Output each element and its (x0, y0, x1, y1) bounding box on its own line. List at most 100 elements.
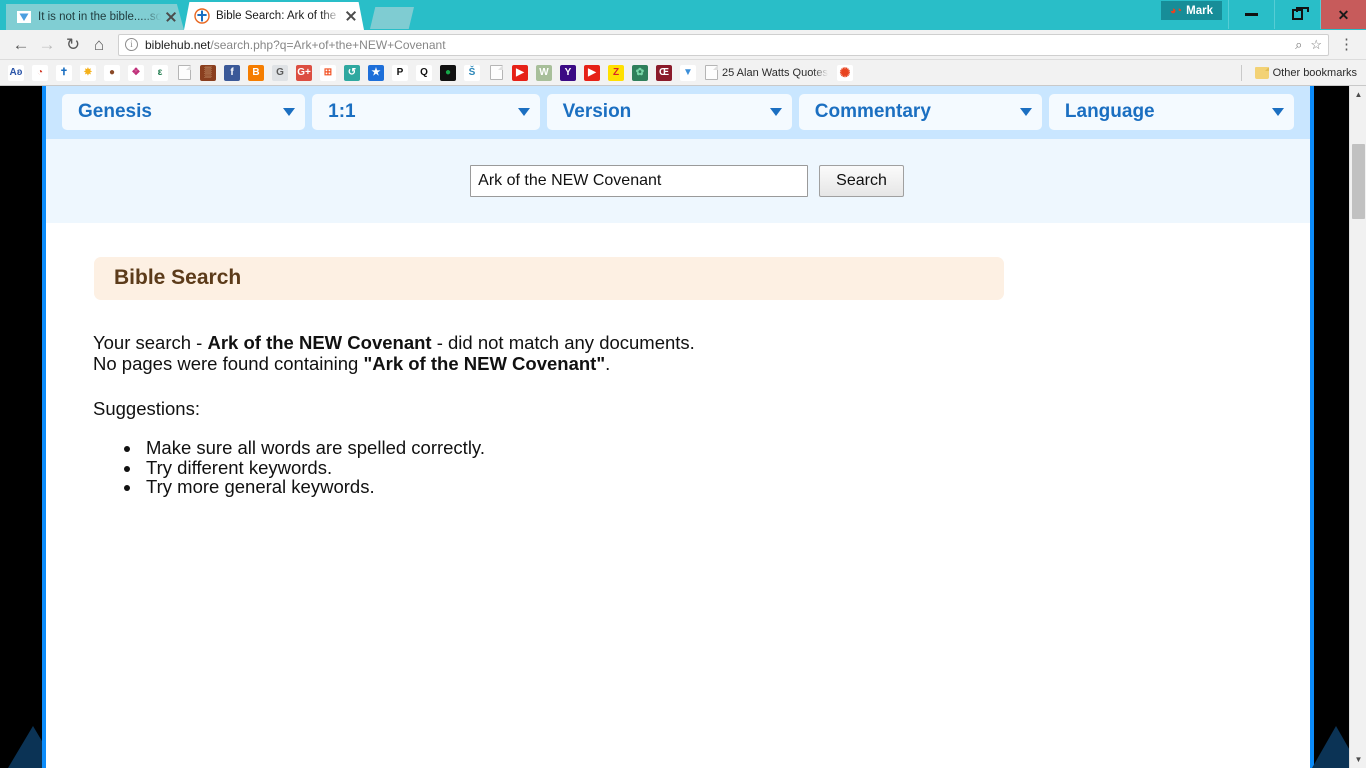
commentary-select[interactable]: Commentary (798, 94, 1042, 130)
title-bar: It is not in the bible.....sol Bible Sea… (0, 0, 1366, 30)
address-bar[interactable]: i biblehub.net /search.php?q=Ark+of+the+… (118, 33, 1329, 56)
browser-window: It is not in the bible.....sol Bible Sea… (0, 0, 1366, 768)
bookmark-grey-g[interactable]: G (272, 64, 288, 81)
bookmark-rainbow[interactable]: ◔ (32, 64, 48, 81)
right-letterbox (1312, 86, 1360, 768)
bookmark-google-plus[interactable]: G+ (296, 64, 312, 81)
new-tab-button[interactable] (370, 7, 414, 29)
scrollbar-thumb[interactable] (1352, 144, 1365, 219)
bookmark-alan-watts[interactable]: 25 Alan Watts Quotes (705, 65, 828, 80)
bookmark-youtube-2[interactable]: ▶ (584, 64, 600, 81)
bookmark-facebook[interactable]: f (224, 64, 240, 81)
reload-icon[interactable]: ↻ (60, 32, 86, 58)
three-dot-menu-icon[interactable]: ⋮ (1335, 37, 1358, 52)
language-select[interactable]: Language (1048, 94, 1294, 130)
bookmark-oe[interactable]: Œ (656, 64, 672, 81)
verse-select-label: 1:1 (328, 101, 356, 122)
bookmark-orange-circle[interactable]: ✺ (836, 64, 853, 81)
scroll-down-arrow-icon[interactable]: ▼ (1350, 751, 1366, 768)
no-results-message: Your search - Ark of the NEW Covenant - … (93, 332, 1310, 375)
chevron-down-icon (517, 108, 530, 116)
chevron-down-icon (769, 108, 782, 116)
version-select-label: Version (562, 101, 632, 122)
other-bookmarks-folder[interactable]: Other bookmarks (1254, 66, 1357, 79)
line2-suffix: . (605, 352, 611, 374)
close-icon[interactable] (164, 10, 178, 24)
bookmark-sb[interactable]: Š (464, 64, 480, 81)
list-item: Try different keywords. (142, 457, 1310, 477)
vertical-scrollbar[interactable]: ▲ ▼ (1349, 86, 1366, 768)
tab-strip: It is not in the bible.....sol Bible Sea… (0, 0, 414, 30)
bookmark-brown-oval[interactable]: ● (104, 64, 120, 81)
bookmark-label: 25 Alan Watts Quotes (722, 66, 828, 79)
bookmark-youtube-1[interactable]: ▶ (512, 64, 528, 81)
page-viewport: Genesis 1:1 Version Commentary Language (0, 86, 1366, 768)
close-icon[interactable] (344, 9, 358, 23)
close-window-button[interactable]: ✕ (1320, 0, 1366, 29)
other-bookmarks-label: Other bookmarks (1272, 66, 1357, 79)
chevron-down-icon (283, 108, 296, 116)
version-select[interactable]: Version (546, 94, 792, 130)
search-input[interactable] (470, 165, 809, 197)
navigation-toolbar: ← → ↻ ⌂ i biblehub.net /search.php?q=Ark… (0, 30, 1366, 60)
line2-prefix: No pages were found containing (93, 352, 364, 374)
minimize-button[interactable] (1228, 0, 1274, 29)
profile-button[interactable]: ◕◔ Mark (1160, 1, 1222, 20)
close-icon: ✕ (1337, 6, 1350, 23)
bookmark-page-1[interactable] (176, 65, 192, 81)
commentary-select-label: Commentary (814, 101, 931, 122)
minimize-icon (1245, 13, 1258, 16)
bookmark-blue-triangle[interactable]: ▼ (680, 64, 696, 81)
bookmark-green-dot[interactable]: ● (440, 64, 456, 81)
omnibox-actions: ⌕ ☆ (1295, 37, 1322, 53)
search-button[interactable]: Search (819, 165, 904, 197)
url-path: /search.php?q=Ark+of+the+NEW+Covenant (210, 37, 446, 52)
chevron-down-icon (1019, 108, 1032, 116)
bookmark-teal-swirl[interactable]: ↺ (344, 64, 360, 81)
bookmark-ak[interactable]: Aʚ (8, 64, 24, 81)
web-page: Genesis 1:1 Version Commentary Language (42, 86, 1314, 768)
tab-title: Bible Search: Ark of the N (216, 10, 341, 22)
window-controls: ◕◔ Mark ✕ (1160, 0, 1366, 30)
bookmark-q[interactable]: Q (416, 64, 432, 81)
line1-suffix: - did not match any documents. (431, 332, 695, 353)
bookmark-scroll[interactable]: ❖ (128, 64, 144, 81)
bookmark-starburst[interactable]: ✸ (80, 64, 96, 81)
bookmark-peacock[interactable]: ✿ (632, 64, 648, 81)
tab-bible-search[interactable]: Bible Search: Ark of the N (184, 2, 364, 30)
cross-icon (194, 8, 210, 24)
bookmark-p[interactable]: P (392, 64, 408, 81)
home-icon[interactable]: ⌂ (86, 32, 112, 58)
folder-icon (1254, 66, 1269, 79)
maximize-button[interactable] (1274, 0, 1320, 29)
bible-nav-bar: Genesis 1:1 Version Commentary Language (46, 86, 1310, 139)
bookmark-star-icon[interactable]: ☆ (1310, 37, 1322, 53)
bookmark-blogger[interactable]: B (248, 64, 264, 81)
suggestions-list: Make sure all words are spelled correctl… (142, 438, 1310, 497)
divider (1240, 64, 1242, 81)
bookmark-epsilon[interactable]: ε (152, 64, 168, 81)
scroll-up-arrow-icon[interactable]: ▲ (1350, 86, 1366, 103)
bookmark-zz[interactable]: Z (608, 64, 624, 81)
page-icon (705, 65, 718, 80)
bookmark-yahoo[interactable]: Y (560, 64, 576, 81)
back-arrow-icon[interactable]: ← (8, 32, 34, 58)
bookmark-microsoft[interactable]: ⊞ (320, 64, 336, 81)
tab-not-in-bible[interactable]: It is not in the bible.....sol (6, 4, 184, 30)
book-select-label: Genesis (78, 101, 152, 122)
forward-arrow-icon[interactable]: → (34, 32, 60, 58)
bookmark-brick[interactable]: ▒ (200, 64, 216, 81)
zoom-search-icon[interactable]: ⌕ (1295, 37, 1302, 53)
bookmark-cross[interactable]: ✝ (56, 64, 72, 81)
bookmark-blue-star[interactable]: ★ (368, 64, 384, 81)
tab-title: It is not in the bible.....sol (38, 11, 161, 23)
chevron-down-icon (1272, 108, 1284, 116)
line1-prefix: Your search - (93, 332, 208, 353)
profile-name: Mark (1186, 4, 1213, 17)
no-results-line-2: No pages were found containing "Ark of t… (93, 352, 1310, 375)
bookmark-page-2[interactable] (488, 65, 504, 81)
verse-select[interactable]: 1:1 (312, 94, 540, 130)
bookmark-wh[interactable]: W (536, 64, 552, 81)
book-select[interactable]: Genesis (62, 94, 306, 130)
info-icon[interactable]: i (125, 38, 138, 51)
